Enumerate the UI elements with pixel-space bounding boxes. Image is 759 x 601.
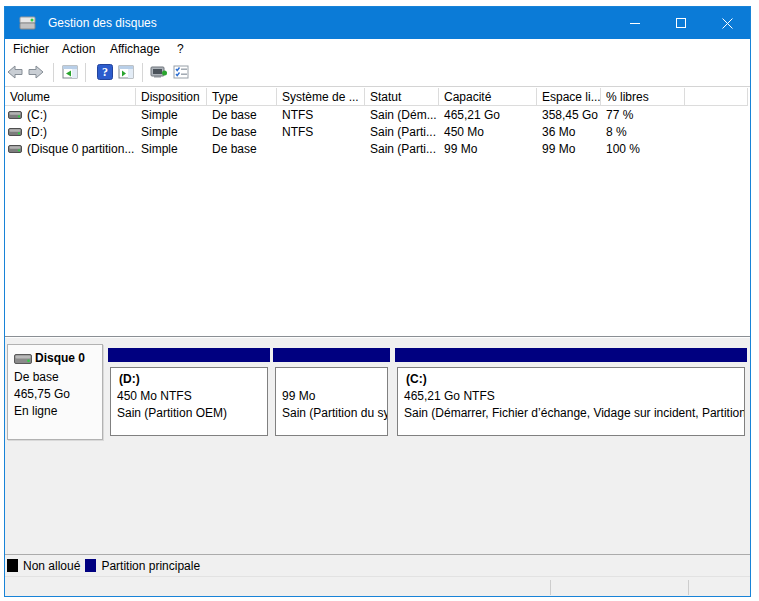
menu-item-3[interactable]: Affichage [110,42,160,56]
cell-statut: Sain (Parti... [365,140,439,157]
svg-text:?: ? [102,65,108,79]
toolbar-separator [53,63,54,82]
partition-color-bar [395,348,747,362]
menu-item-2[interactable]: Action [62,42,95,56]
cell-systeme [277,140,365,157]
cell-libres: 8 % [601,123,685,140]
partition-size: 465,21 Go NTFS [404,389,495,403]
console-tree-icon[interactable] [62,64,78,80]
console-window-icon[interactable] [118,64,134,80]
column-header-volume[interactable]: Volume [5,88,136,106]
disk-size: 465,75 Go [14,387,70,401]
partition-title: (C:) [406,372,427,386]
column-header-type[interactable]: Type [207,88,277,106]
disk-management-window: Gestion des disques Fichier Action Afficha… [4,6,751,597]
legend-swatch-2 [85,559,96,572]
menu-item-1[interactable]: Fichier [13,42,49,56]
disk-status: En ligne [14,404,57,418]
status-separator [550,580,551,595]
cell-libres: 77 % [601,106,685,123]
legend-bar: Non alloué Partition principale [5,554,750,576]
cell-statut: Sain (Dém... [365,106,439,123]
partition-info: (D:) 450 Mo NTFS Sain (Partition OEM) [110,367,268,436]
column-header-disposition[interactable]: Disposition [136,88,207,106]
column-header-systeme[interactable]: Système de ... [277,88,365,106]
toolbar-separator [85,63,86,82]
volume-row[interactable]: (D:)SimpleDe baseNTFSSain (Parti...450 M… [5,123,750,140]
back-icon[interactable] [7,64,23,80]
cell-espace: 36 Mo [537,123,601,140]
cell-libres: 100 % [601,140,685,157]
minimize-button[interactable] [612,7,658,39]
action-pane-icon[interactable] [150,64,168,80]
partition-info: (C:) 465,21 Go NTFS Sain (Démarrer, Fichie… [397,367,745,436]
partition-title: (D:) [119,372,140,386]
status-bar [5,576,750,597]
help-icon[interactable]: ? [97,64,113,80]
disk-drive-icon [19,15,37,31]
partition-3[interactable]: (C:) 465,21 Go NTFS Sain (Démarrer, Fichie… [395,348,747,441]
cell-type: De base [207,140,277,157]
disk-icon [14,354,32,364]
cell-statut: Sain (Parti... [365,123,439,140]
partition-color-bar [273,348,390,362]
cell-espace: 99 Mo [537,140,601,157]
close-button[interactable] [704,7,750,39]
legend-swatch-1 [7,559,18,572]
volume-icon [8,145,22,153]
volume-icon [8,111,22,119]
status-separator [688,580,689,595]
cell-disposition: Simple [136,106,207,123]
toolbar-separator [142,63,143,82]
partition-2[interactable]: 99 Mo Sain (Partition du sys [273,348,390,441]
disk-type: De base [14,370,59,384]
column-header-empty[interactable] [685,88,748,106]
volume-row[interactable]: (C:)SimpleDe baseNTFSSain (Dém...465,21 … [5,106,750,123]
column-header-statut[interactable]: Statut [365,88,439,106]
cell-volume: (C:) [5,106,136,123]
cell-disposition: Simple [136,123,207,140]
column-header-libres[interactable]: % libres [601,88,685,106]
window-title: Gestion des disques [48,16,157,30]
cell-type: De base [207,106,277,123]
cell-systeme: NTFS [277,123,365,140]
cell-disposition: Simple [136,140,207,157]
partition-1[interactable]: (D:) 450 Mo NTFS Sain (Partition OEM) [108,348,270,441]
menu-item-4[interactable]: ? [177,42,184,56]
partition-size: 99 Mo [282,389,315,403]
cell-capacite: 450 Mo [439,123,537,140]
disk-name: Disque 0 [35,351,85,365]
cell-espace: 358,45 Go [537,106,601,123]
column-header-capacite[interactable]: Capacité [439,88,537,106]
partition-status: Sain (Démarrer, Fichier d’échange, Vidag… [404,406,745,420]
partition-info: 99 Mo Sain (Partition du sys [275,367,388,436]
cell-volume: (Disque 0 partition... [5,140,136,157]
cell-volume: (D:) [5,123,136,140]
volume-list: VolumeDispositionTypeSystème de ...Statu… [5,87,750,337]
volume-icon [8,128,22,136]
cell-systeme: NTFS [277,106,365,123]
partition-size: 450 Mo NTFS [117,389,192,403]
partition-status: Sain (Partition du sys [282,406,388,420]
cell-capacite: 99 Mo [439,140,537,157]
toolbar: ? [5,59,750,87]
column-header-espace[interactable]: Espace li... [537,88,601,106]
volume-list-header: VolumeDispositionTypeSystème de ...Statu… [5,88,750,106]
disk0-header-box[interactable]: Disque 0 De base 465,75 Go En ligne [7,344,103,440]
legend-label-1: Non alloué [23,559,80,573]
graphical-view-pane: Disque 0 De base 465,75 Go En ligne (D:)… [5,337,750,596]
volume-row[interactable]: (Disque 0 partition...SimpleDe base Sain … [5,140,750,157]
menu-bar: Fichier Action Affichage? [5,39,750,59]
cell-type: De base [207,123,277,140]
partition-status: Sain (Partition OEM) [117,406,227,420]
title-bar: Gestion des disques [5,7,750,39]
options-icon[interactable] [173,64,190,80]
legend-label-2: Partition principale [101,559,200,573]
cell-capacite: 465,21 Go [439,106,537,123]
maximize-button[interactable] [658,7,704,39]
forward-icon[interactable] [28,64,44,80]
partition-color-bar [108,348,270,362]
